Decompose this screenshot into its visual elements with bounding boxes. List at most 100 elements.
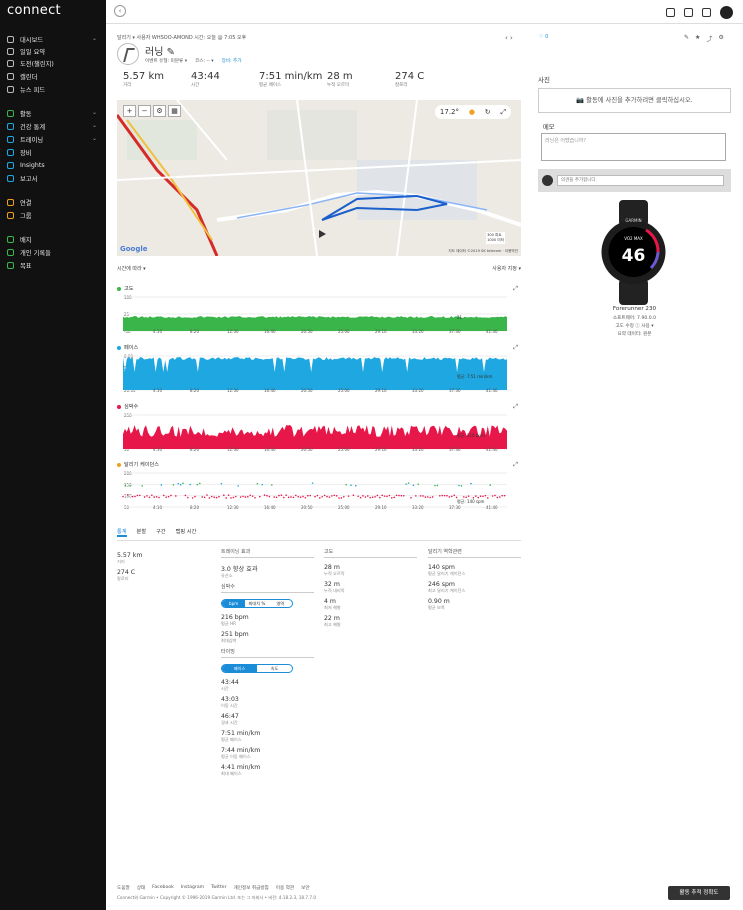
activity-pager[interactable]: ‹ › <box>505 34 513 42</box>
sidebar-item-2[interactable]: 도전(챌린지) <box>7 58 101 68</box>
star-icon[interactable]: ★ <box>695 34 700 43</box>
sidebar-item-1[interactable]: 일일 요약 <box>7 46 101 56</box>
cadence-point <box>309 494 311 497</box>
sidebar-item-13[interactable]: 배지 <box>7 234 101 244</box>
gear-add-link[interactable]: 장비: 추가 <box>222 58 242 64</box>
cadence-point <box>458 484 460 487</box>
edit-icon[interactable]: ✎ <box>684 34 689 43</box>
device-name: Forerunner 230 <box>612 306 657 312</box>
activity-breadcrumb: 달리기 ▾ 사용자 WHSOO-AMOND 시간: 오늘 @ 7:05 오후 <box>117 35 247 41</box>
settings-icon[interactable]: ⚙ <box>718 34 723 43</box>
playback-button[interactable] <box>319 230 326 238</box>
expand-icon[interactable]: ⤢ <box>513 285 518 293</box>
fullscreen-icon[interactable]: ⤢ <box>500 108 506 117</box>
cadence-point <box>122 495 124 498</box>
sidebar-item-0[interactable]: 대시보드 ⌄ <box>7 34 101 44</box>
elevation-correction[interactable]: 고도 수정 ⓘ 사용 ▾ <box>538 323 731 329</box>
share-icon[interactable]: ⤴ <box>706 34 712 43</box>
chart-plot[interactable]: 250504:108:2012:3016:4020:5025:0029:1033… <box>117 411 521 455</box>
zoom-in-button[interactable]: + <box>123 105 136 117</box>
inbox-icon[interactable] <box>684 8 693 17</box>
connect-logo[interactable]: connect <box>7 3 61 18</box>
sidebar-item-14[interactable]: 개인 기록들 <box>7 247 101 257</box>
event-type-select[interactable]: 이벤트 유형: 미분류 ▾ <box>145 58 187 64</box>
upload-icon[interactable] <box>666 8 675 17</box>
custom-select[interactable]: 사용자 지정 ▾ <box>492 265 521 272</box>
cadence-point <box>311 482 314 484</box>
chart-plot[interactable]: 10025-504:108:2012:3016:4020:5025:0029:1… <box>117 293 521 337</box>
sidebar-item-3[interactable]: 캘린더 <box>7 71 101 81</box>
cadence-point <box>410 497 412 499</box>
tab-2[interactable]: 구간 <box>156 528 166 537</box>
footer-link[interactable]: 보안 <box>301 885 309 891</box>
cadence-point <box>244 496 247 498</box>
nav-label: 목표 <box>20 262 32 270</box>
sidebar-item-8[interactable]: 장비 <box>7 147 101 157</box>
user-avatar[interactable] <box>720 6 733 19</box>
tab-0[interactable]: 통계 <box>117 528 127 537</box>
detail-value: 0.90 m <box>428 598 450 605</box>
like-button[interactable]: ♡ 0 <box>539 34 548 40</box>
cadence-point <box>470 482 472 485</box>
segment-option[interactable]: bpm <box>222 600 246 607</box>
x-tick: 4:10 <box>153 447 162 452</box>
expand-icon[interactable]: ⤢ <box>513 403 518 411</box>
expand-icon[interactable]: ⤢ <box>513 461 518 469</box>
sidebar-item-12[interactable]: 그룹 <box>7 210 101 220</box>
activity-tools: ✎ ★ ⤴ ⚙ <box>684 34 724 43</box>
footer-link[interactable]: Facebook <box>152 885 174 891</box>
sidebar-item-5[interactable]: 활동 ⌄ <box>7 108 101 118</box>
chart-plot[interactable]: 0:005:0010:0020:004:108:2012:3016:4020:5… <box>117 352 521 396</box>
cadence-point <box>371 496 374 498</box>
segment-option[interactable]: 영역 <box>269 600 292 607</box>
sidebar-item-15[interactable]: 목표 <box>7 260 101 270</box>
footer-link[interactable]: 상태 <box>137 885 145 891</box>
tab-3[interactable]: 랩핑 시간 <box>176 528 197 537</box>
back-button[interactable]: ‹ <box>114 5 126 17</box>
zoom-out-button[interactable]: − <box>138 105 151 117</box>
footer-link[interactable]: 이용 약관 <box>276 885 294 891</box>
device-icon[interactable] <box>702 8 711 17</box>
chart-plot[interactable]: 200150100504:108:2012:3016:4020:5025:002… <box>117 469 521 513</box>
comment-input[interactable]: 의견을 추가합니다. <box>557 175 724 186</box>
time-axis-select[interactable]: 시간에 따라 ▾ <box>117 266 146 272</box>
segment-option[interactable]: 속도 <box>257 665 292 672</box>
detail-value: 22 m <box>324 615 340 622</box>
detail-col-elevation: 고도 28 m 누적 오르막 32 m 누적 내리막 4 m 최저 해발 22 m 최고 해발 <box>324 548 417 632</box>
chart-title: 고도 <box>117 285 521 292</box>
map-layers-button[interactable]: ▦ <box>168 105 181 117</box>
chevron-down-icon: ⌄ <box>91 35 97 42</box>
footer-link[interactable]: Twitter <box>211 885 226 891</box>
tab-1[interactable]: 분할 <box>137 528 147 537</box>
activity-accuracy-button[interactable]: 활동 추적 정확도 <box>668 886 730 900</box>
expand-icon[interactable]: ⤢ <box>513 344 518 352</box>
sidebar-item-7[interactable]: 트레이닝 ⌄ <box>7 134 101 144</box>
cadence-point <box>422 495 424 497</box>
nav-label: 배지 <box>20 236 32 244</box>
nav-icon <box>7 161 14 169</box>
sidebar-item-4[interactable]: 뉴스 피드 <box>7 84 101 94</box>
course-select[interactable]: 코스: -- ▾ <box>195 58 214 64</box>
route-map[interactable]: + − ⚙ ▦ 17.2° ● ↻ ⤢ Google 지도 데이터 ©2019 … <box>117 100 521 256</box>
cadence-point <box>218 495 220 498</box>
watch-top-label: VO2 MAX <box>624 236 643 241</box>
sidebar-item-10[interactable]: 보고서 <box>7 173 101 183</box>
footer-link[interactable]: Instagram <box>181 885 204 891</box>
footer-link[interactable]: 도움말 <box>117 885 130 891</box>
activity-title[interactable]: 러닝 ✎ <box>145 43 175 58</box>
sidebar-item-9[interactable]: Insights <box>7 160 101 170</box>
map-settings-button[interactable]: ⚙ <box>153 105 166 117</box>
sidebar-item-6[interactable]: 건강 통계 ⌄ <box>7 121 101 131</box>
cadence-point <box>148 496 151 499</box>
cadence-point <box>455 496 458 499</box>
weather-temp: 17.2° <box>439 108 459 116</box>
cadence-point <box>235 495 237 498</box>
weather-widget[interactable]: 17.2° ● ↻ ⤢ <box>435 105 511 119</box>
cadence-point <box>199 482 201 485</box>
sidebar-item-11[interactable]: 연결 <box>7 197 101 207</box>
segment-option[interactable]: 페이스 <box>222 665 257 672</box>
segment-option[interactable]: 최대치 % <box>245 600 268 607</box>
add-photo-box[interactable]: 📷 활동에 사진을 추가하려면 클릭하십시오. <box>538 88 731 113</box>
footer-link[interactable]: 개인정보 취급방침 <box>234 885 269 891</box>
notes-textarea[interactable]: 러닝은 어땠습니까? <box>541 133 726 161</box>
